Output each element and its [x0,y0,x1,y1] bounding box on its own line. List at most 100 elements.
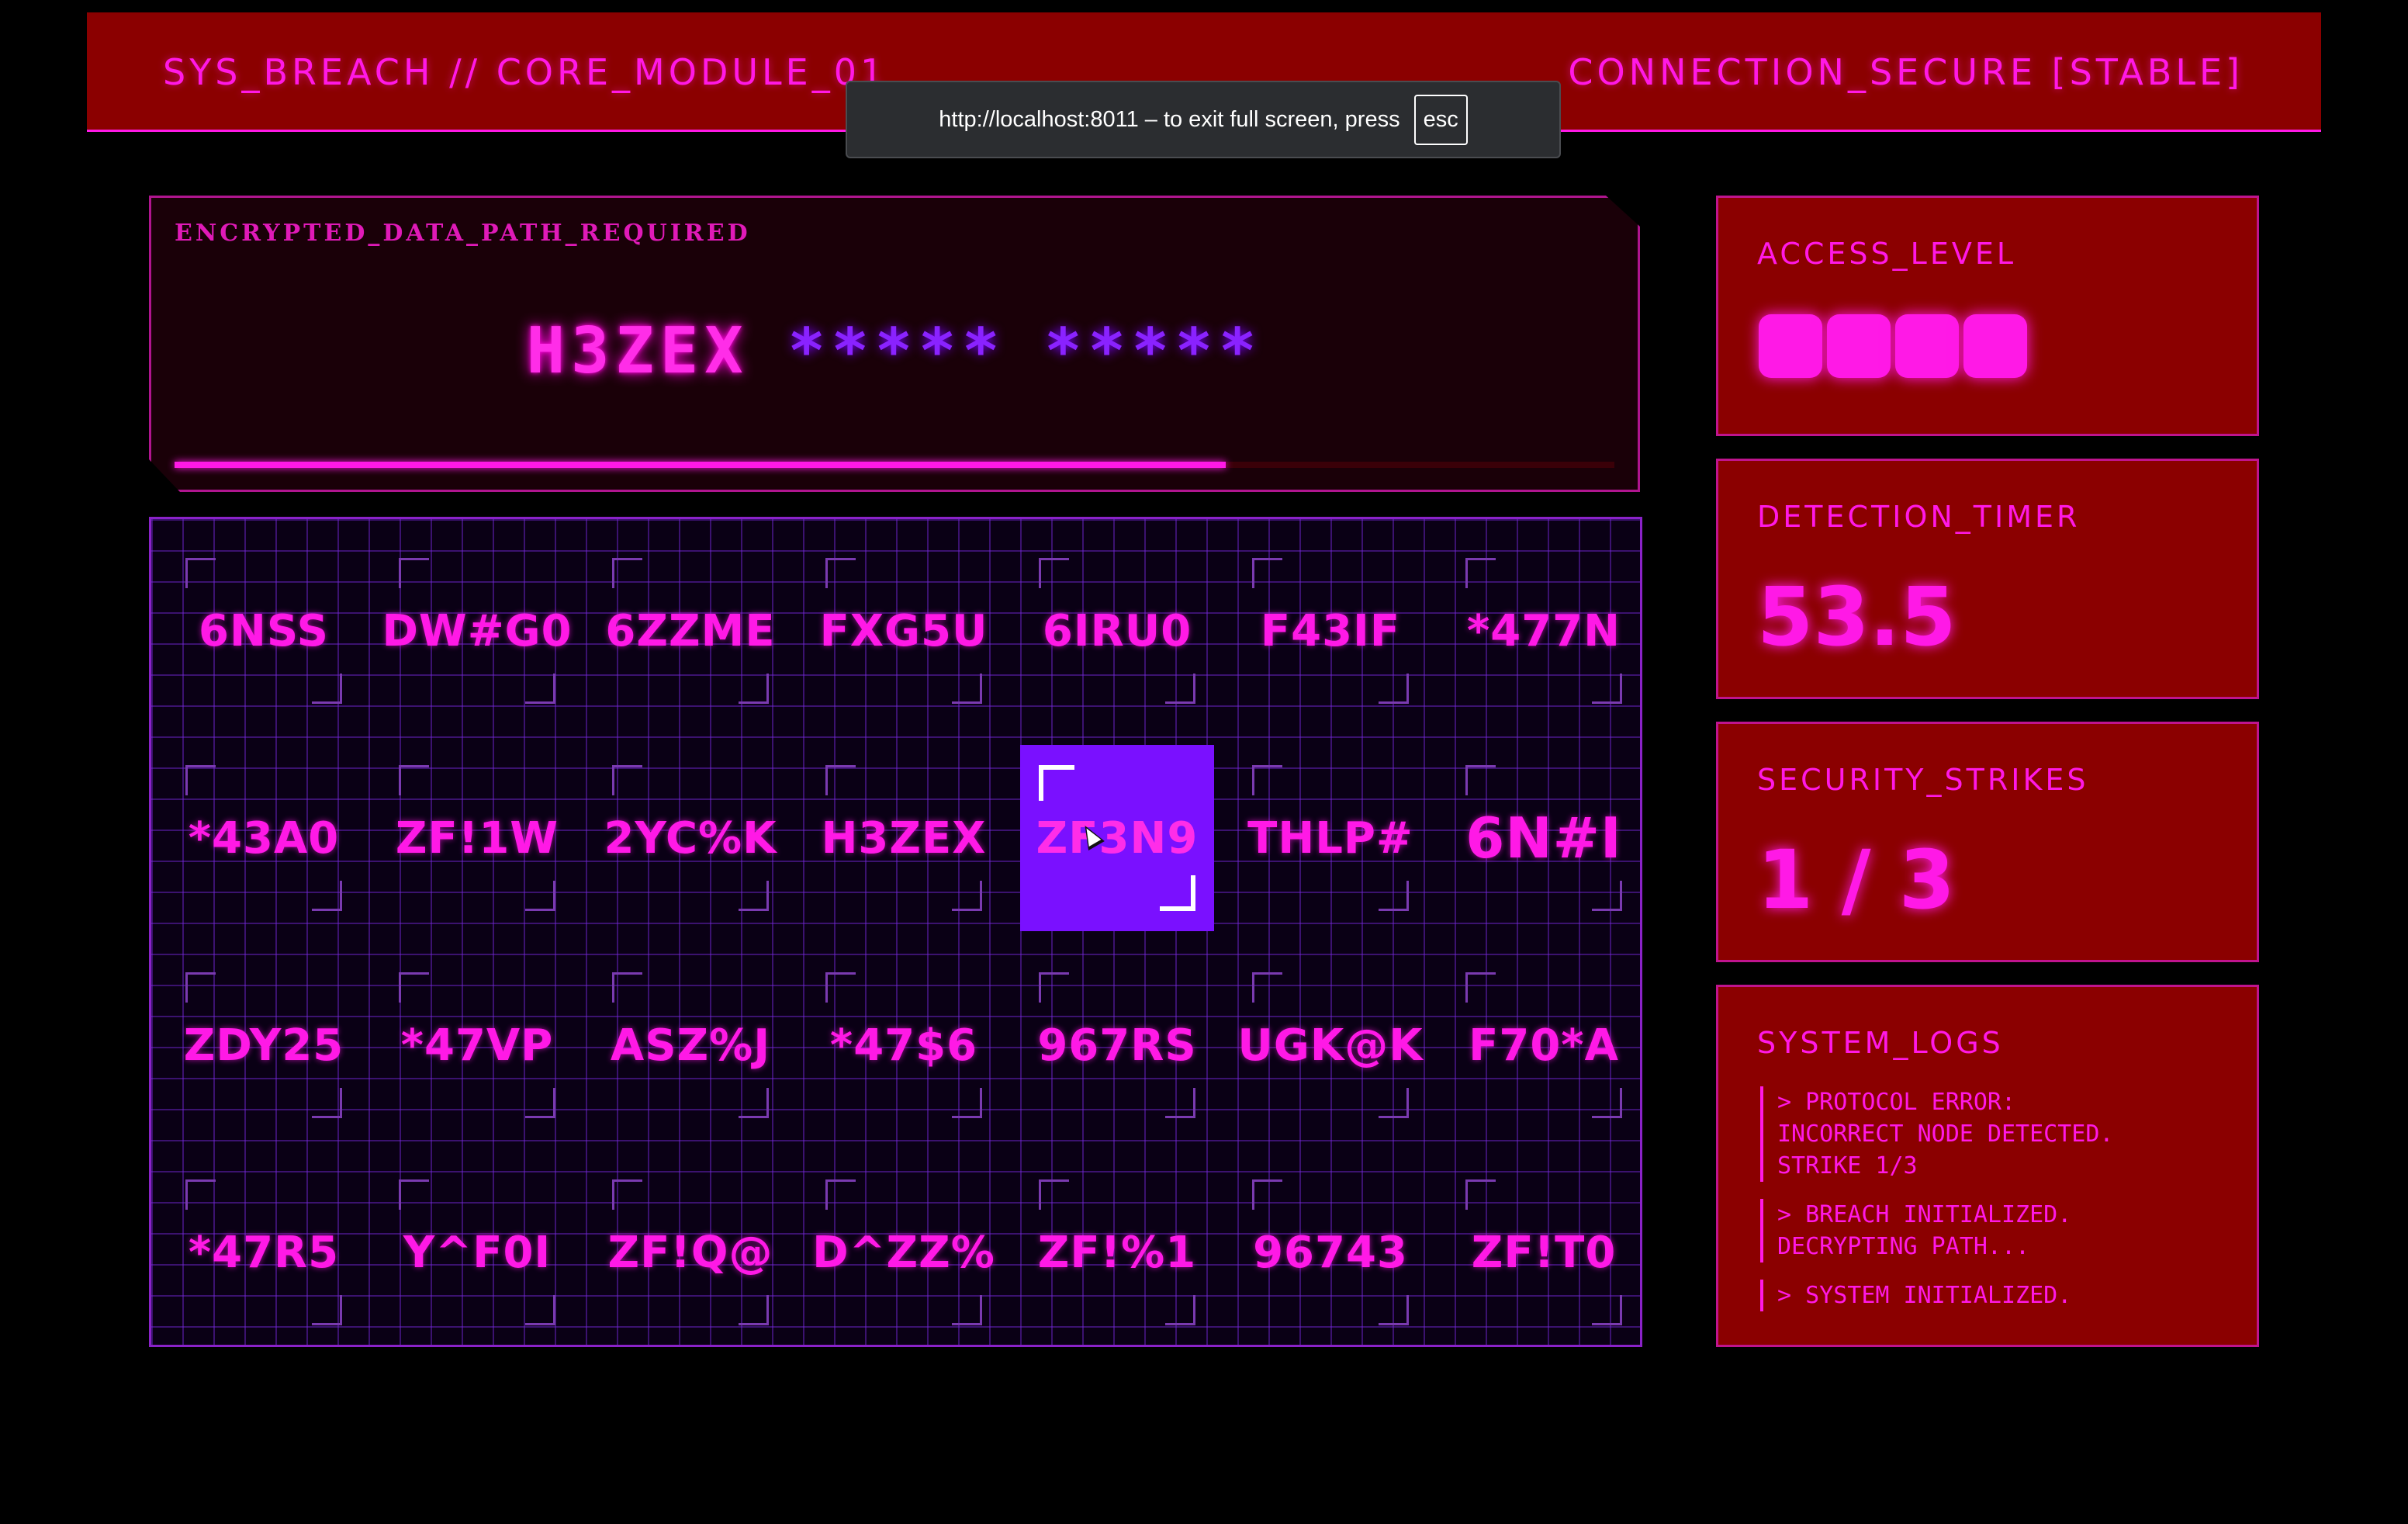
grid-node-label: 6N#I [1465,805,1622,871]
node-corner-tl [1465,558,1496,588]
hidden-segment: ***** [787,315,1006,387]
node-corner-tl [185,1179,216,1210]
grid-node-label: D^ZZ% [812,1227,995,1278]
grid-node-label: UGK@K [1237,1020,1424,1071]
node-corner-tl [1252,1179,1282,1210]
node-corner-tl [1252,765,1282,795]
security-strikes-card: SECURITY_STRIKES 1 / 3 [1716,722,2259,962]
grid-node[interactable]: 6IRU0 [1020,538,1214,724]
node-corner-tl [185,765,216,795]
grid-node[interactable]: 96743 [1233,1159,1427,1346]
fullscreen-notice: http://localhost:8011 – to exit full scr… [846,81,1561,158]
grid-node-label: ZF!Q@ [607,1227,773,1278]
grid-node[interactable]: 6ZZME [593,538,787,724]
grid-node-label: F43IF [1260,605,1401,656]
node-corner-tl [612,1179,642,1210]
grid-node[interactable]: *47VP [380,952,574,1138]
grid-node[interactable]: THLP# [1233,745,1427,931]
grid-node-label: THLP# [1247,812,1413,864]
grid-node-label: FXG5U [819,605,988,656]
node-corner-br [312,881,342,911]
grid-node-label: *47VP [400,1020,554,1071]
node-corner-br [952,1088,982,1118]
node-corner-br [312,1088,342,1118]
access-level-block [1827,314,1891,378]
grid-node[interactable]: UGK@K [1233,952,1427,1138]
grid-node[interactable]: ZDY25 [167,952,361,1138]
node-corner-tl [1465,1179,1496,1210]
system-logs-list: > PROTOCOL ERROR: INCORRECT NODE DETECTE… [1760,1086,2226,1328]
grid-node[interactable]: 6N#I [1447,745,1641,931]
node-corner-br [1165,1088,1195,1118]
node-corner-br [952,881,982,911]
security-strikes-value: 1 / 3 [1757,833,1956,927]
node-corner-br [1165,1295,1195,1325]
grid-node[interactable]: H3ZEX [807,745,1001,931]
grid-node[interactable]: ZF!1W [380,745,574,931]
node-corner-tl [185,972,216,1003]
grid-node[interactable]: ZF!T0 [1447,1159,1641,1346]
grid-node[interactable]: ZF!Q@ [593,1159,787,1346]
node-grid: 6NSS DW#G0 6ZZME FXG5U 6IRU0 F43IF *477N *43A0 Z… [149,517,1642,1347]
grid-node-label: *47$6 [829,1020,978,1071]
node-corner-tl [1039,765,1074,801]
grid-node[interactable]: 2YC%K [593,745,787,931]
access-level-block [1963,314,2027,378]
grid-node[interactable]: *43A0 [167,745,361,931]
node-corner-br [525,1295,555,1325]
grid-node[interactable]: *47R5 [167,1159,361,1346]
node-corner-br [739,881,769,911]
node-corner-br [952,1295,982,1325]
node-corner-tl [612,558,642,588]
grid-node[interactable]: FXG5U [807,538,1001,724]
node-corner-tl [1465,765,1496,795]
grid-node-label: Y^F0I [403,1227,552,1278]
grid-node-label: 6NSS [199,605,329,656]
grid-node-label: ZF!T0 [1471,1227,1617,1278]
grid-node[interactable]: 6NSS [167,538,361,724]
module-title: SYS_BREACH // CORE_MODULE_01 [163,51,887,93]
access-level-block [1895,314,1959,378]
grid-node-label: 6IRU0 [1042,605,1192,656]
grid-node[interactable]: ASZ%J [593,952,787,1138]
decryption-progress-bar [175,462,1614,468]
found-segment: H3ZEX [526,314,749,388]
node-corner-br [1379,1088,1409,1118]
fullscreen-notice-text: http://localhost:8011 – to exit full scr… [939,106,1400,132]
hidden-segment: ***** [1044,315,1263,387]
grid-node-label: 967RS [1037,1020,1197,1071]
grid-node[interactable]: *477N [1447,538,1641,724]
grid-node[interactable]: F70*A [1447,952,1641,1138]
grid-node-label: F70*A [1469,1020,1619,1071]
node-corner-br [1592,1088,1622,1118]
grid-node[interactable]: F43IF [1233,538,1427,724]
grid-node[interactable]: *47$6 [807,952,1001,1138]
access-level-title: ACCESS_LEVEL [1757,237,2017,271]
decryption-progress-fill [175,462,1226,468]
grid-node-label: ASZ%J [610,1020,771,1071]
grid-node-label: H3ZEX [821,812,987,864]
grid-node-label: ZF!%1 [1037,1227,1197,1278]
node-corner-tl [612,972,642,1003]
detection-timer-title: DETECTION_TIMER [1757,500,2081,534]
system-logs-card: SYSTEM_LOGS > PROTOCOL ERROR: INCORRECT … [1716,985,2259,1347]
grid-node-label: ZF3N9 [1036,812,1199,864]
node-corner-br [739,674,769,704]
node-corner-tl [1465,972,1496,1003]
node-corner-tl [1039,558,1069,588]
esc-key-badge[interactable]: esc [1413,94,1468,145]
grid-node[interactable]: DW#G0 [380,538,574,724]
grid-node[interactable]: ZF!%1 [1020,1159,1214,1346]
security-strikes-title: SECURITY_STRIKES [1757,763,2089,797]
node-corner-tl [1252,558,1282,588]
grid-node[interactable]: 967RS [1020,952,1214,1138]
node-corner-br [525,881,555,911]
node-corner-tl [185,558,216,588]
grid-node[interactable]: Y^F0I [380,1159,574,1346]
grid-node-label: DW#G0 [382,605,573,656]
grid-node-label: 6ZZME [605,605,776,656]
grid-node[interactable]: D^ZZ% [807,1159,1001,1346]
node-corner-tl [1039,1179,1069,1210]
grid-node[interactable]: ZF3N9 [1020,745,1214,931]
grid-node-label: 2YC%K [604,812,777,864]
